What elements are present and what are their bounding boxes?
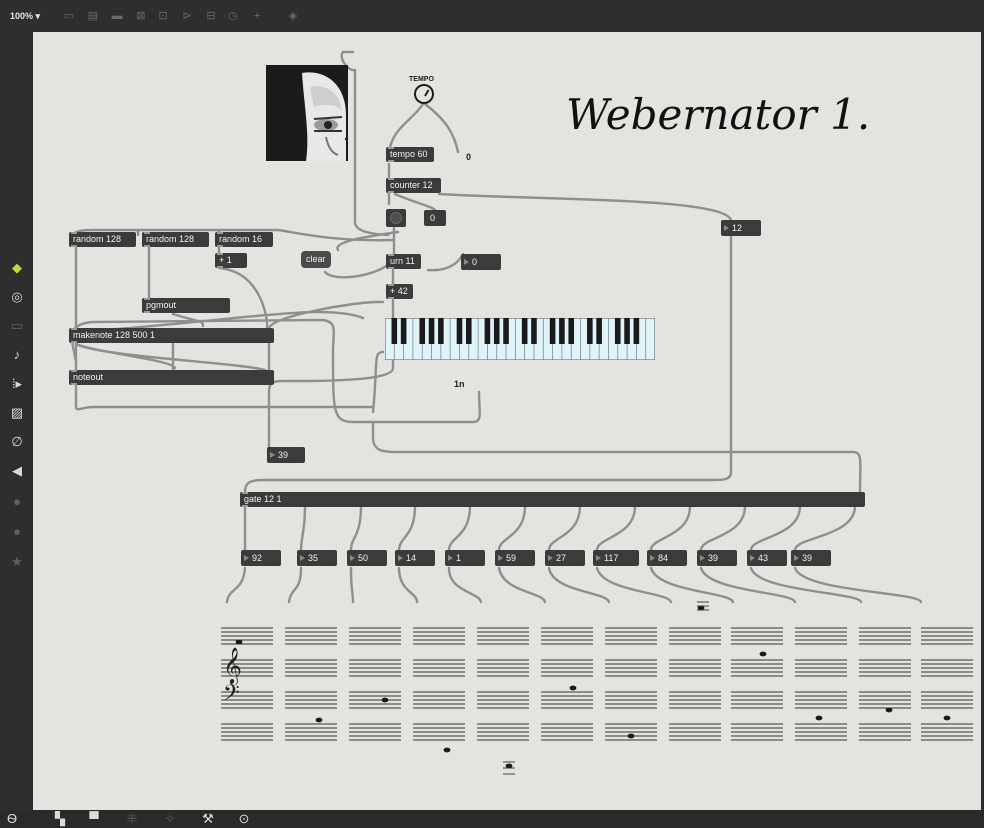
- grid-icon[interactable]: ⊡: [156, 10, 170, 22]
- split-icon[interactable]: ⊟: [204, 10, 218, 22]
- add-icon[interactable]: +: [250, 10, 264, 22]
- note-head: [885, 707, 893, 713]
- comment-icon[interactable]: ▬: [110, 10, 124, 22]
- treble-clef-icon: 𝄞: [223, 646, 242, 685]
- star-icon[interactable]: ★: [9, 554, 25, 570]
- media-icon[interactable]: ⁞▸: [9, 376, 25, 392]
- left-toolbar: ◆ ◎ ▭ ♪ ⁞▸ ▨ ∅ ◀ ● ● ★: [0, 32, 32, 810]
- note-head: [381, 697, 389, 703]
- disabled-b-icon: ●: [13, 524, 21, 539]
- presets-icon[interactable]: ▭: [9, 318, 25, 334]
- zoom-menu[interactable]: 100% ▾: [10, 11, 40, 22]
- bass-clef-icon: 𝄢: [223, 681, 240, 711]
- layers-icon[interactable]: ▚: [52, 811, 68, 827]
- note-head: [943, 715, 951, 721]
- notation-staves: 𝄞 𝄢: [221, 601, 973, 775]
- top-toolbar: 100% ▾ ▭ ▤ ▬ ⊠ ⊡ ⊳ ⊟ ◷ + ◈: [0, 0, 984, 32]
- music-note-icon[interactable]: ♪: [9, 347, 25, 363]
- timer-icon[interactable]: ◷: [226, 10, 240, 22]
- delete-icon[interactable]: ⊠: [134, 10, 148, 22]
- grid-icon[interactable]: ⁜: [124, 811, 140, 827]
- bottom-toolbar: Ѳ ▚ ▀ ⁜ ✧ ⚒ ⊙: [0, 810, 984, 828]
- note-head: [627, 733, 635, 739]
- lock-icon[interactable]: ⊳: [180, 10, 194, 22]
- magic-icon[interactable]: ✧: [162, 811, 178, 827]
- paperclip-icon[interactable]: ∅: [9, 434, 25, 450]
- note-head: [443, 747, 451, 753]
- disabled-a-icon: ●: [13, 494, 21, 509]
- wrench-icon[interactable]: ⚒: [200, 811, 216, 827]
- note-head: [759, 651, 767, 657]
- target-icon[interactable]: ◎: [9, 289, 25, 305]
- image-icon[interactable]: ▨: [9, 405, 25, 421]
- package-icon[interactable]: ◆: [9, 260, 25, 276]
- lock-icon[interactable]: Ѳ: [4, 811, 20, 827]
- paint-icon[interactable]: ◈: [286, 10, 300, 22]
- note-head: [569, 685, 577, 691]
- presentation-icon[interactable]: ▀: [86, 811, 102, 827]
- play-icon[interactable]: ⊙: [236, 811, 252, 827]
- note-head: [815, 715, 823, 721]
- plug-icon[interactable]: ◀: [9, 463, 25, 479]
- note-head: [315, 717, 323, 723]
- patcher-canvas[interactable]: Webernator 1. TEMPO tempo 60 0 counter 1…: [33, 32, 981, 810]
- note-head: [235, 639, 243, 645]
- new-view-icon[interactable]: ▭: [62, 10, 76, 22]
- presentation-icon[interactable]: ▤: [86, 10, 100, 22]
